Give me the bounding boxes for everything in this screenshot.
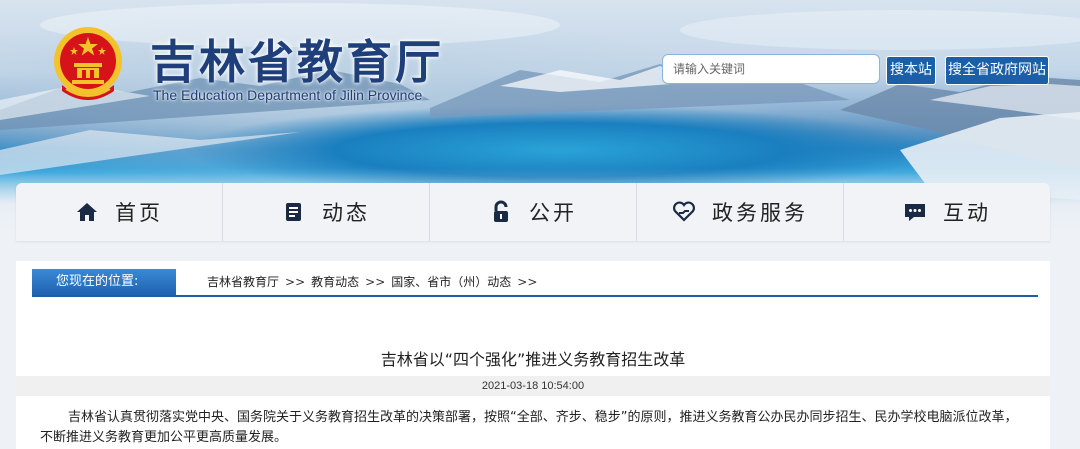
chat-icon	[905, 204, 925, 221]
search-site-button[interactable]: 搜本站	[886, 56, 936, 85]
breadcrumb-label: 您现在的位置:	[32, 269, 176, 295]
breadcrumb: 您现在的位置: 吉林省教育厅 >> 教育动态 >> 国家、省市（州）动态 >>	[32, 269, 1038, 297]
nav-label-home: 首页	[115, 201, 163, 225]
search-gov-sites-button[interactable]: 搜全省政府网站	[945, 56, 1049, 85]
nav-item-home[interactable]: 首页	[16, 183, 223, 241]
article-date: 2021-03-18 10:54:00	[16, 376, 1050, 396]
article-title: 吉林省以“四个强化”推进义务教育招生改革	[380, 350, 686, 369]
article-body: 吉林省认真贯彻落实党中央、国务院关于义务教育招生改革的决策部署，按照“全部、齐步…	[40, 410, 1018, 445]
breadcrumb-link-news[interactable]: 教育动态	[311, 269, 359, 295]
nav-label-services: 政务服务	[712, 201, 808, 225]
nav-label-news: 动态	[322, 201, 370, 225]
breadcrumb-path: 吉林省教育厅 >> 教育动态 >> 国家、省市（州）动态 >>	[207, 269, 543, 295]
breadcrumb-separator: >>	[517, 275, 538, 289]
nav-item-news[interactable]: 动态	[223, 183, 430, 241]
breadcrumb-link-home[interactable]: 吉林省教育厅	[207, 269, 279, 295]
nav-item-services[interactable]: 政务服务	[637, 183, 844, 241]
nav-label-open: 公开	[529, 201, 577, 225]
nav-label-interact: 互动	[943, 201, 991, 225]
document-icon	[286, 203, 301, 221]
search-input[interactable]	[662, 54, 880, 84]
site-subtitle: The Education Department of Jilin Provin…	[153, 87, 423, 103]
heart-hand-icon	[673, 201, 695, 222]
site-title: 吉林省教育厅	[150, 35, 444, 89]
lock-icon	[494, 200, 508, 222]
nav-item-open[interactable]: 公开	[430, 183, 637, 241]
breadcrumb-separator: >>	[285, 275, 306, 289]
home-icon	[77, 203, 97, 221]
nav-item-interact[interactable]: 互动	[844, 183, 1050, 241]
breadcrumb-link-category[interactable]: 国家、省市（州）动态	[391, 269, 511, 295]
main-nav: 首页 动态 公开 政务服务 互动	[16, 183, 1050, 241]
content-panel: 您现在的位置: 吉林省教育厅 >> 教育动态 >> 国家、省市（州）动态 >> …	[16, 261, 1050, 449]
breadcrumb-separator: >>	[365, 275, 386, 289]
national-emblem-icon	[54, 27, 122, 100]
